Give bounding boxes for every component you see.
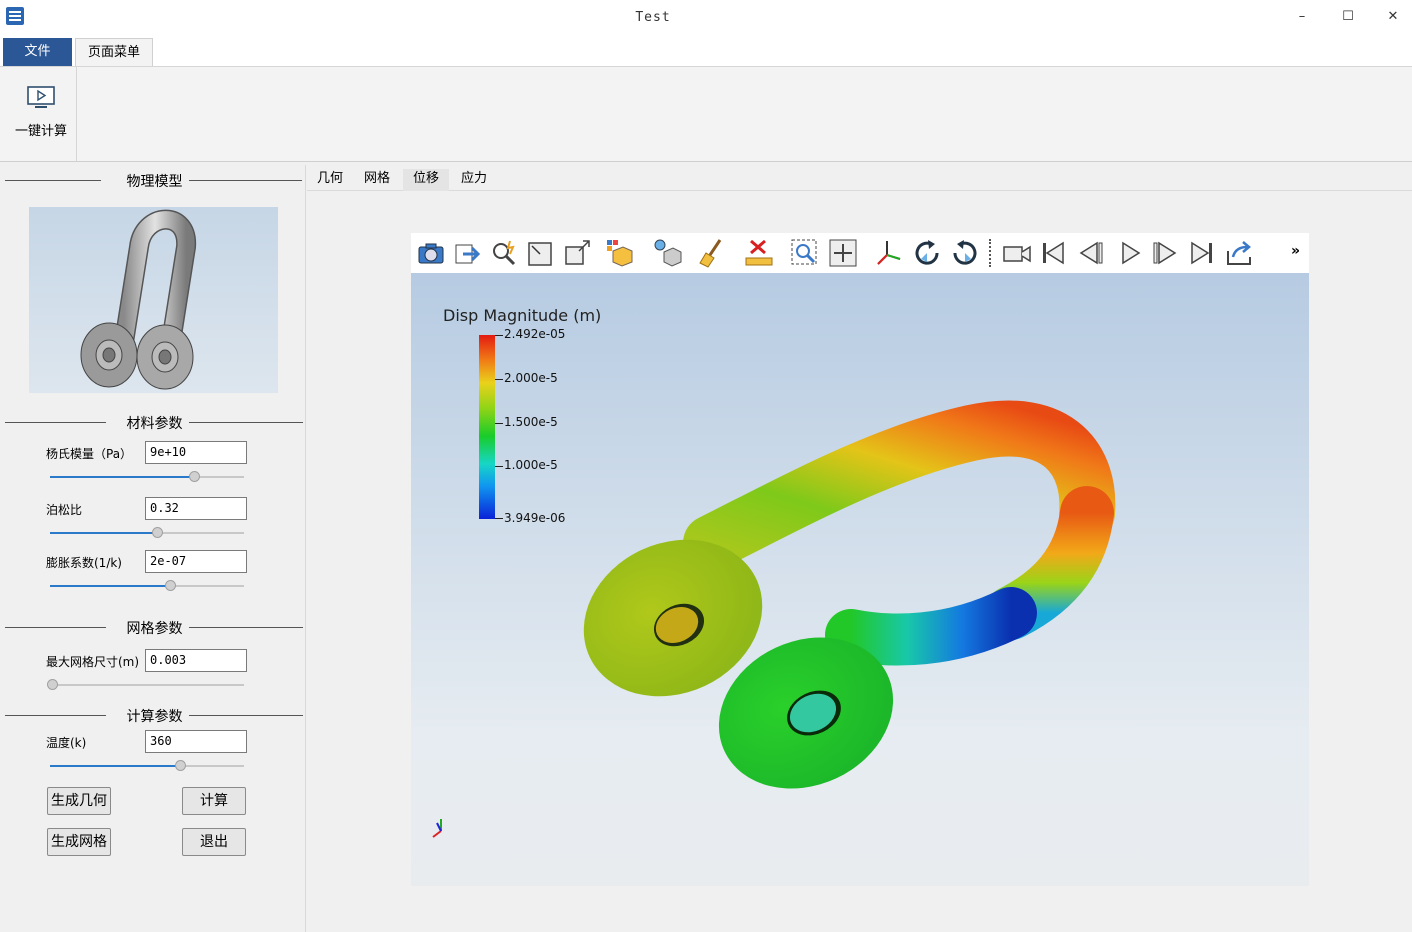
- lighting-icon[interactable]: [651, 237, 683, 269]
- max-mesh-size-label: 最大网格尺寸(m): [46, 655, 140, 669]
- viewer-toolbar: »: [411, 233, 1309, 273]
- physical-model-group-title: 物理模型: [3, 170, 306, 190]
- orientation-axes: [432, 819, 442, 838]
- expansion-coeff-label: 膨胀系数(1/k): [46, 556, 122, 570]
- tab-displacement[interactable]: 位移: [403, 169, 449, 191]
- shackle-displacement-render: [432, 400, 1116, 838]
- max-mesh-size-slider[interactable]: [46, 679, 244, 691]
- last-frame-icon[interactable]: [1186, 237, 1218, 269]
- tab-mesh[interactable]: 网格: [353, 169, 401, 191]
- tab-geometry[interactable]: 几何: [307, 169, 353, 191]
- select-region-icon[interactable]: [524, 237, 556, 269]
- record-icon[interactable]: [1001, 237, 1033, 269]
- one-click-calc-label: 一键计算: [14, 124, 67, 139]
- compute-button[interactable]: 计算: [182, 787, 246, 815]
- parameter-panel: 物理模型 材料参数 杨氏模量（Pa） 9e+10 泊松比 0.32 膨胀系数(1…: [3, 165, 306, 932]
- ribbon-tabs: 文件 页面菜单: [0, 36, 1412, 67]
- temperature-slider[interactable]: [50, 760, 244, 772]
- temperature-input[interactable]: 360: [145, 730, 247, 753]
- axes-icon[interactable]: [873, 237, 905, 269]
- shackle-model-preview: [29, 207, 278, 393]
- poisson-ratio-slider[interactable]: [50, 527, 244, 539]
- pick-icon[interactable]: [488, 237, 520, 269]
- poisson-ratio-label: 泊松比: [46, 503, 83, 517]
- tab-stress[interactable]: 应力: [450, 169, 498, 191]
- prev-frame-icon[interactable]: [1075, 237, 1107, 269]
- material-params-group-title: 材料参数: [3, 412, 306, 432]
- title-bar: Test – ☐ ✕: [0, 0, 1412, 36]
- youngs-modulus-slider[interactable]: [50, 471, 244, 483]
- toolbar-separator: [989, 239, 991, 267]
- exit-button[interactable]: 退出: [182, 828, 246, 856]
- more-tools-icon[interactable]: »: [1291, 243, 1300, 259]
- rotate-ccw-icon[interactable]: [949, 237, 981, 269]
- zoom-fit-icon[interactable]: [827, 237, 859, 269]
- youngs-modulus-input[interactable]: 9e+10: [145, 441, 247, 464]
- expansion-coeff-slider[interactable]: [50, 580, 244, 592]
- next-frame-icon[interactable]: [1149, 237, 1181, 269]
- mesh-params-group-title: 网格参数: [3, 617, 306, 637]
- expansion-coeff-input[interactable]: 2e-07: [145, 550, 247, 573]
- visualization-area: » Disp Magnitude (m) 2.492e-05 2.000e-5 …: [307, 191, 1412, 930]
- tab-file[interactable]: 文件: [3, 38, 72, 67]
- rotate-cw-icon[interactable]: [911, 237, 943, 269]
- monitor-play-icon: [27, 86, 55, 108]
- export-icon[interactable]: [451, 237, 483, 269]
- view-tabs: 几何 网格 位移 应力: [307, 165, 1412, 191]
- temperature-label: 温度(k): [46, 736, 87, 750]
- calc-params-group-title: 计算参数: [3, 705, 306, 725]
- minimize-button[interactable]: –: [1287, 6, 1317, 28]
- maximize-button[interactable]: ☐: [1333, 6, 1363, 28]
- max-mesh-size-input[interactable]: 0.003: [145, 649, 247, 672]
- zoom-box-icon[interactable]: [789, 237, 821, 269]
- generate-geometry-button[interactable]: 生成几何: [47, 787, 111, 815]
- cube-view-icon[interactable]: [604, 237, 636, 269]
- one-click-calc-button[interactable]: 一键计算: [8, 75, 74, 141]
- close-button[interactable]: ✕: [1378, 6, 1408, 28]
- window-title: Test: [635, 10, 671, 25]
- clear-icon[interactable]: [696, 237, 728, 269]
- generate-mesh-button[interactable]: 生成网格: [47, 828, 111, 856]
- youngs-modulus-label: 杨氏模量（Pa）: [46, 447, 133, 461]
- play-icon[interactable]: [1113, 237, 1145, 269]
- first-frame-icon[interactable]: [1037, 237, 1069, 269]
- share-icon[interactable]: [1223, 237, 1255, 269]
- poisson-ratio-input[interactable]: 0.32: [145, 497, 247, 520]
- ribbon-separator: [76, 67, 77, 161]
- ribbon-body: 一键计算: [0, 66, 1412, 162]
- render-viewport[interactable]: Disp Magnitude (m) 2.492e-05 2.000e-5 1.…: [411, 273, 1309, 886]
- ruler-icon[interactable]: [743, 237, 775, 269]
- camera-icon[interactable]: [415, 237, 447, 269]
- reset-camera-icon[interactable]: [561, 237, 593, 269]
- tab-page-menu[interactable]: 页面菜单: [75, 38, 153, 67]
